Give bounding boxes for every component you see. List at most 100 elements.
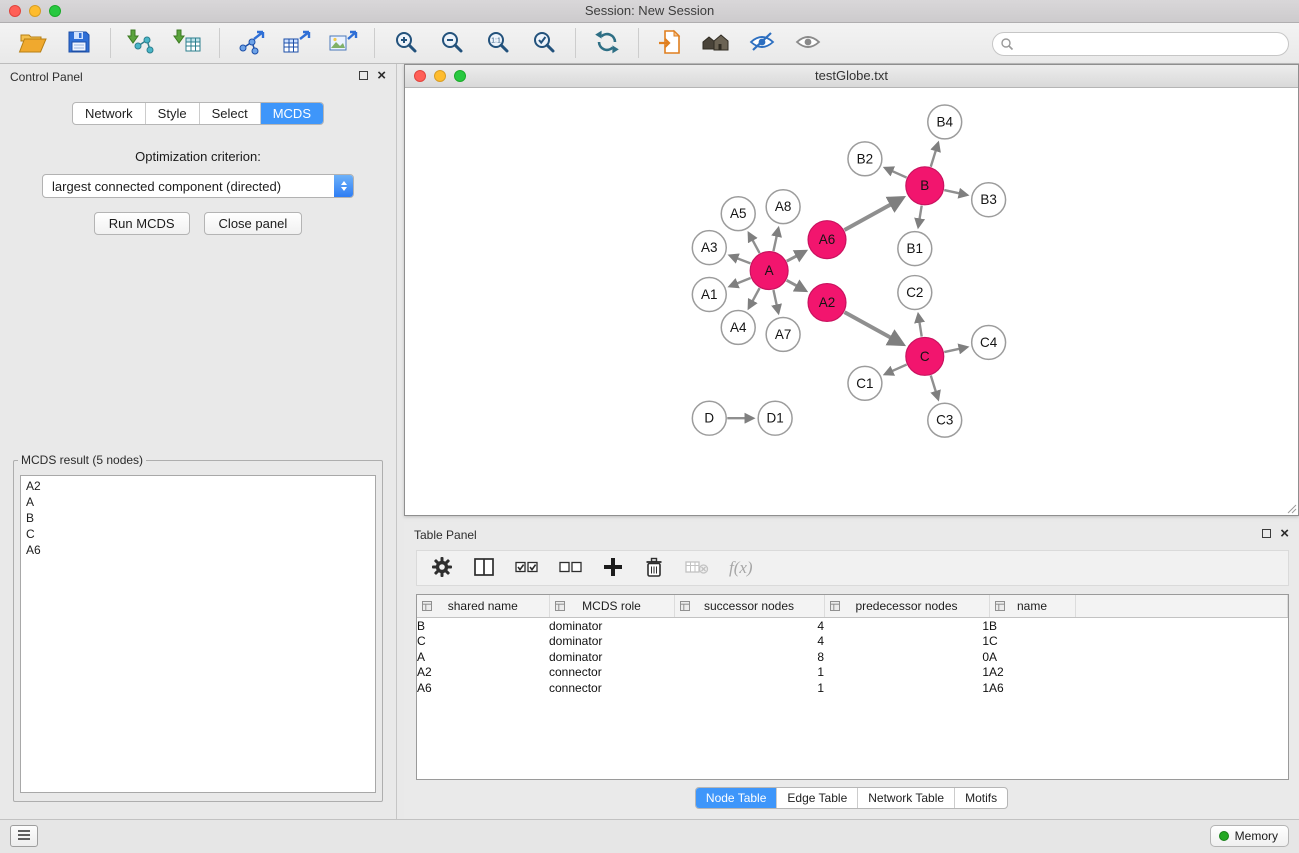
graph-edge-A2-C[interactable] (844, 312, 902, 344)
import-network-button[interactable] (123, 26, 161, 60)
graph-edge-B-B1[interactable] (918, 206, 921, 227)
trash-icon (643, 556, 665, 581)
add-row-button[interactable] (603, 557, 623, 580)
optimization-criterion-select[interactable]: largest connected component (directed) (42, 174, 354, 198)
mcds-result-item: B (26, 510, 370, 526)
tab-style[interactable]: Style (145, 103, 199, 124)
tab-edge-table[interactable]: Edge Table (776, 788, 857, 808)
zoom-out-icon (439, 29, 465, 58)
graph-edge-C-C2[interactable] (918, 315, 921, 337)
export-network-button[interactable] (232, 26, 270, 60)
memory-button[interactable]: Memory (1210, 825, 1289, 847)
apply-function-button[interactable]: f(x) (729, 558, 753, 578)
select-all-columns-button[interactable] (515, 558, 539, 579)
graph-node-label: A2 (819, 295, 835, 310)
tab-node-table[interactable]: Node Table (696, 788, 777, 808)
table-row[interactable]: Bdominator41B (417, 618, 1288, 634)
graph-node-label: C (920, 349, 930, 364)
column-type-icon (680, 600, 690, 614)
clear-table-button[interactable] (685, 558, 709, 579)
zoom-out-button[interactable] (433, 26, 471, 60)
home-icon (701, 29, 731, 58)
open-session-button[interactable] (14, 26, 52, 60)
graph-edge-A-A5[interactable] (749, 233, 760, 253)
import-table-button[interactable] (169, 26, 207, 60)
tab-network-table[interactable]: Network Table (857, 788, 954, 808)
toolbar-separator (219, 28, 220, 58)
graph-node-label: A7 (775, 327, 791, 342)
export-image-button[interactable] (324, 26, 362, 60)
deselect-all-columns-button[interactable] (559, 558, 583, 579)
tab-mcds[interactable]: MCDS (260, 103, 323, 124)
graph-edge-B-B3[interactable] (944, 190, 967, 195)
mcds-result-list[interactable]: A2ABCA6 (20, 475, 376, 793)
column-header-name[interactable]: name (989, 595, 1075, 618)
close-panel-icon[interactable] (377, 70, 386, 81)
save-session-button[interactable] (60, 26, 98, 60)
table-settings-button[interactable] (431, 556, 453, 581)
column-header-shared-name[interactable]: shared name (417, 595, 549, 618)
network-canvas[interactable]: B4B2BB3A8A5A6B1A3AC2A1A2A4A7C4CC1C3DD1 (405, 88, 1298, 515)
document-arrow-button[interactable] (651, 26, 689, 60)
home-button[interactable] (697, 26, 735, 60)
graph-edge-C-C3[interactable] (931, 375, 938, 398)
graph-edge-A-A7[interactable] (773, 290, 778, 313)
export-table-button[interactable] (278, 26, 316, 60)
main-toolbar: 1:1 (0, 23, 1299, 64)
graph-edge-B-B2[interactable] (885, 168, 906, 178)
show-graphics-details-button[interactable] (789, 26, 827, 60)
zoom-in-button[interactable] (387, 26, 425, 60)
column-type-icon (830, 600, 840, 614)
column-header-successor-nodes[interactable]: successor nodes (674, 595, 824, 618)
plus-icon (603, 557, 623, 580)
column-header-predecessor-nodes[interactable]: predecessor nodes (824, 595, 989, 618)
close-panel-button[interactable]: Close panel (204, 212, 303, 235)
graph-edge-A-A6[interactable] (787, 251, 805, 261)
export-table-icon (282, 29, 312, 58)
toolbar-separator (374, 28, 375, 58)
search-input[interactable] (1014, 35, 1288, 53)
zoom-fit-button[interactable] (525, 26, 563, 60)
table-row[interactable]: A6connector11A6 (417, 680, 1288, 696)
graph-edge-A-A2[interactable] (787, 280, 806, 290)
delete-row-button[interactable] (643, 556, 665, 581)
eye-slash-icon (748, 30, 776, 57)
close-panel-icon[interactable] (1280, 528, 1289, 539)
toolbar-separator (575, 28, 576, 58)
table-header-row: shared nameMCDS rolesuccessor nodesprede… (417, 595, 1288, 618)
run-mcds-button[interactable]: Run MCDS (94, 212, 190, 235)
control-panel: Control Panel NetworkStyleSelectMCDS Opt… (0, 64, 397, 820)
window-title: Session: New Session (0, 3, 1299, 18)
table-row[interactable]: A2connector11A2 (417, 665, 1288, 681)
search-box (992, 32, 1289, 56)
float-panel-icon[interactable] (359, 71, 368, 80)
graph-edge-A-A1[interactable] (730, 278, 751, 286)
table-row[interactable]: Cdominator41C (417, 634, 1288, 650)
zoom-actual-size-button[interactable]: 1:1 (479, 26, 517, 60)
tab-select[interactable]: Select (199, 103, 260, 124)
tab-network[interactable]: Network (73, 103, 145, 124)
unchecked-boxes-icon (559, 558, 583, 579)
hide-graphics-details-button[interactable] (743, 26, 781, 60)
split-panel-button[interactable] (473, 556, 495, 581)
float-panel-icon[interactable] (1262, 529, 1271, 538)
graph-edge-A6-B[interactable] (844, 198, 902, 230)
table-row[interactable]: Adominator80A (417, 649, 1288, 665)
graph-node-label: A8 (775, 199, 791, 214)
network-graph[interactable]: B4B2BB3A8A5A6B1A3AC2A1A2A4A7C4CC1C3DD1 (405, 88, 1298, 515)
graph-edge-B-B4[interactable] (931, 143, 938, 166)
graph-edge-C-C4[interactable] (944, 347, 967, 352)
refresh-button[interactable] (588, 26, 626, 60)
graph-edge-C-C1[interactable] (885, 365, 906, 375)
mcds-result-item: A (26, 494, 370, 510)
column-type-icon (555, 600, 565, 614)
tab-motifs[interactable]: Motifs (954, 788, 1007, 808)
graph-edge-A-A3[interactable] (730, 256, 750, 264)
graph-edge-A-A8[interactable] (773, 229, 778, 252)
graph-node-label: C4 (980, 335, 998, 350)
column-header-mcds-role[interactable]: MCDS role (549, 595, 674, 618)
graph-edge-A-A4[interactable] (749, 288, 760, 308)
window-resize-handle[interactable] (1286, 503, 1297, 514)
gear-icon (431, 556, 453, 581)
task-history-button[interactable] (10, 825, 38, 847)
